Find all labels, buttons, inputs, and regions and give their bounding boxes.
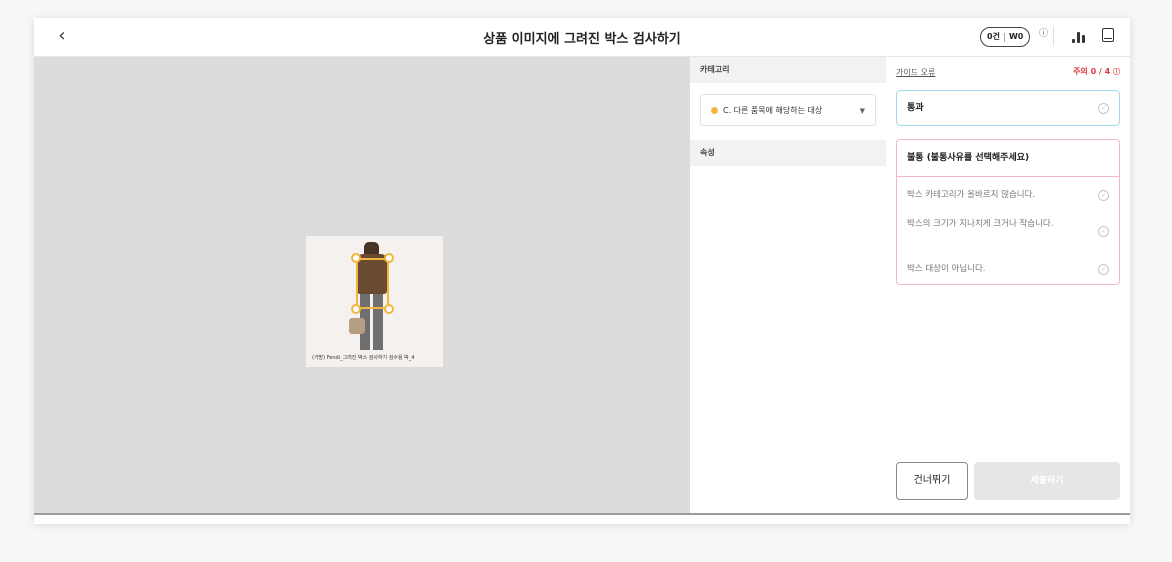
fail-reason-2[interactable]: 박스의 크기가 지나치게 크거나 작습니다. <box>907 218 1087 231</box>
page-title: 상품 이미지에 그려진 박스 검사하기 <box>483 32 681 47</box>
image-canvas[interactable]: (가방) Fendi_그려진 박스 검사하기 검수용 박_4 <box>34 57 690 513</box>
category-header: 카테고리 <box>690 57 886 83</box>
category-panel: 카테고리 C. 다른 품목에 해당하는 대상 ▼ 속성 <box>690 57 887 513</box>
skip-button[interactable]: 건너뛰기 <box>896 462 968 500</box>
pass-check-icon: ✓ <box>1098 103 1109 114</box>
pass-label: 통과 <box>907 103 924 113</box>
reason-check-icon[interactable]: ✓ <box>1098 190 1109 201</box>
fail-reason-3[interactable]: 박스 대상이 아닙니다. <box>907 263 1087 276</box>
bbox-handle-bottom-right[interactable] <box>384 304 394 314</box>
guide-error-link[interactable]: 가이드 오류 <box>896 67 935 78</box>
info-circle-icon[interactable]: ⓘ <box>1039 26 1048 39</box>
category-select-value: C. 다른 품목에 해당하는 대상 <box>723 105 823 115</box>
product-image: (가방) Fendi_그려진 박스 검사하기 검수용 박_4 <box>306 236 443 367</box>
fail-title[interactable]: 불통 (불통사유를 선택해주세요) <box>897 140 1119 177</box>
attribute-header: 속성 <box>690 140 886 166</box>
warning-count: 주의 0 / 4 ⓘ <box>1073 66 1120 77</box>
counter-divider <box>1003 32 1005 42</box>
warning-count-text: 주의 0 / 4 <box>1073 67 1111 76</box>
bbox-handle-top-right[interactable] <box>384 253 394 263</box>
fail-option-group: 불통 (불통사유를 선택해주세요) 박스 카테고리가 올바르지 않습니다. ✓ … <box>896 139 1120 285</box>
counter-count: 0건 <box>987 32 1000 41</box>
app-window: ‹ 상품 이미지에 그려진 박스 검사하기 0건 W0 ⓘ (가방) Fendi… <box>34 18 1130 524</box>
caret-down-icon: ▼ <box>859 107 865 115</box>
bounding-box[interactable] <box>356 258 389 309</box>
bottom-divider <box>34 513 1130 515</box>
bar-chart-icon[interactable] <box>1072 29 1086 43</box>
image-caption: (가방) Fendi_그려진 박스 검사하기 검수용 박_4 <box>312 355 415 361</box>
submit-button[interactable]: 제출하기 <box>974 462 1120 500</box>
top-bar: ‹ 상품 이미지에 그려진 박스 검사하기 0건 W0 ⓘ <box>34 18 1130 57</box>
pass-option[interactable]: 통과 ✓ <box>896 90 1120 126</box>
counter-amount: W0 <box>1008 32 1024 41</box>
warning-info-icon: ⓘ <box>1113 68 1120 76</box>
save-icon[interactable] <box>1102 28 1114 42</box>
bbox-handle-top-left[interactable] <box>351 253 361 263</box>
work-counter-badge: 0건 W0 <box>980 27 1031 47</box>
category-select[interactable]: C. 다른 품목에 해당하는 대상 ▼ <box>700 94 876 126</box>
fail-reason-1[interactable]: 박스 카테고리가 올바르지 않습니다. <box>907 189 1087 202</box>
reason-check-icon[interactable]: ✓ <box>1098 226 1109 237</box>
reason-check-icon[interactable]: ✓ <box>1098 264 1109 275</box>
figure-bag <box>349 318 365 334</box>
review-panel: 가이드 오류 주의 0 / 4 ⓘ 통과 ✓ 불통 (불통사유를 선택해주세요)… <box>886 57 1130 513</box>
header-divider <box>1053 26 1054 46</box>
bbox-handle-bottom-left[interactable] <box>351 304 361 314</box>
category-color-dot <box>711 106 718 114</box>
